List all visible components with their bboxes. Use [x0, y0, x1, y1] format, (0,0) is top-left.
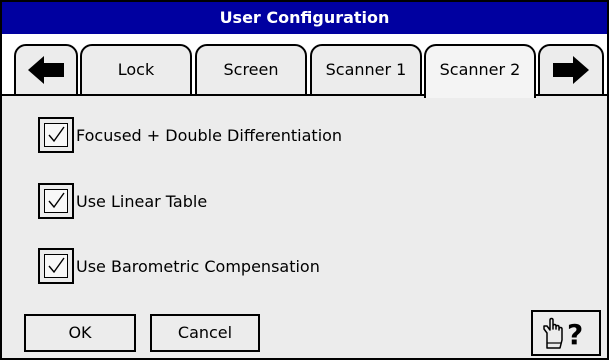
window-title: User Configuration: [2, 2, 607, 34]
option-focused-double-differentiation[interactable]: Focused + Double Differentiation: [38, 115, 342, 155]
option-label: Focused + Double Differentiation: [76, 125, 343, 145]
checkmark-icon: [48, 192, 65, 209]
svg-text:?: ?: [567, 318, 583, 351]
arrow-left-icon: [28, 56, 64, 84]
checkmark-icon: [48, 126, 65, 143]
option-label: Use Linear Table: [76, 191, 208, 211]
help-button[interactable]: ?: [531, 310, 601, 356]
tab-scanner-2[interactable]: Scanner 2: [424, 44, 536, 98]
option-label: Use Barometric Compensation: [76, 256, 320, 276]
checkmark-icon: [48, 257, 65, 274]
tab-lock[interactable]: Lock: [80, 44, 192, 96]
option-use-barometric-compensation[interactable]: Use Barometric Compensation: [38, 246, 320, 286]
tab-scroll-left-button[interactable]: [14, 44, 78, 96]
hand-question-help-icon: ?: [543, 317, 583, 351]
checkbox[interactable]: [38, 248, 74, 284]
ok-button[interactable]: OK: [24, 314, 136, 352]
arrow-right-icon: [553, 56, 589, 84]
tab-screen[interactable]: Screen: [195, 44, 307, 96]
tab-scanner-1[interactable]: Scanner 1: [310, 44, 422, 96]
option-use-linear-table[interactable]: Use Linear Table: [38, 181, 207, 221]
checkbox[interactable]: [38, 117, 74, 153]
checkbox[interactable]: [38, 183, 74, 219]
cancel-button[interactable]: Cancel: [150, 314, 260, 352]
user-configuration-window: User Configuration Lock Screen Scanner 1…: [0, 0, 609, 360]
tab-scroll-right-button[interactable]: [538, 44, 604, 96]
